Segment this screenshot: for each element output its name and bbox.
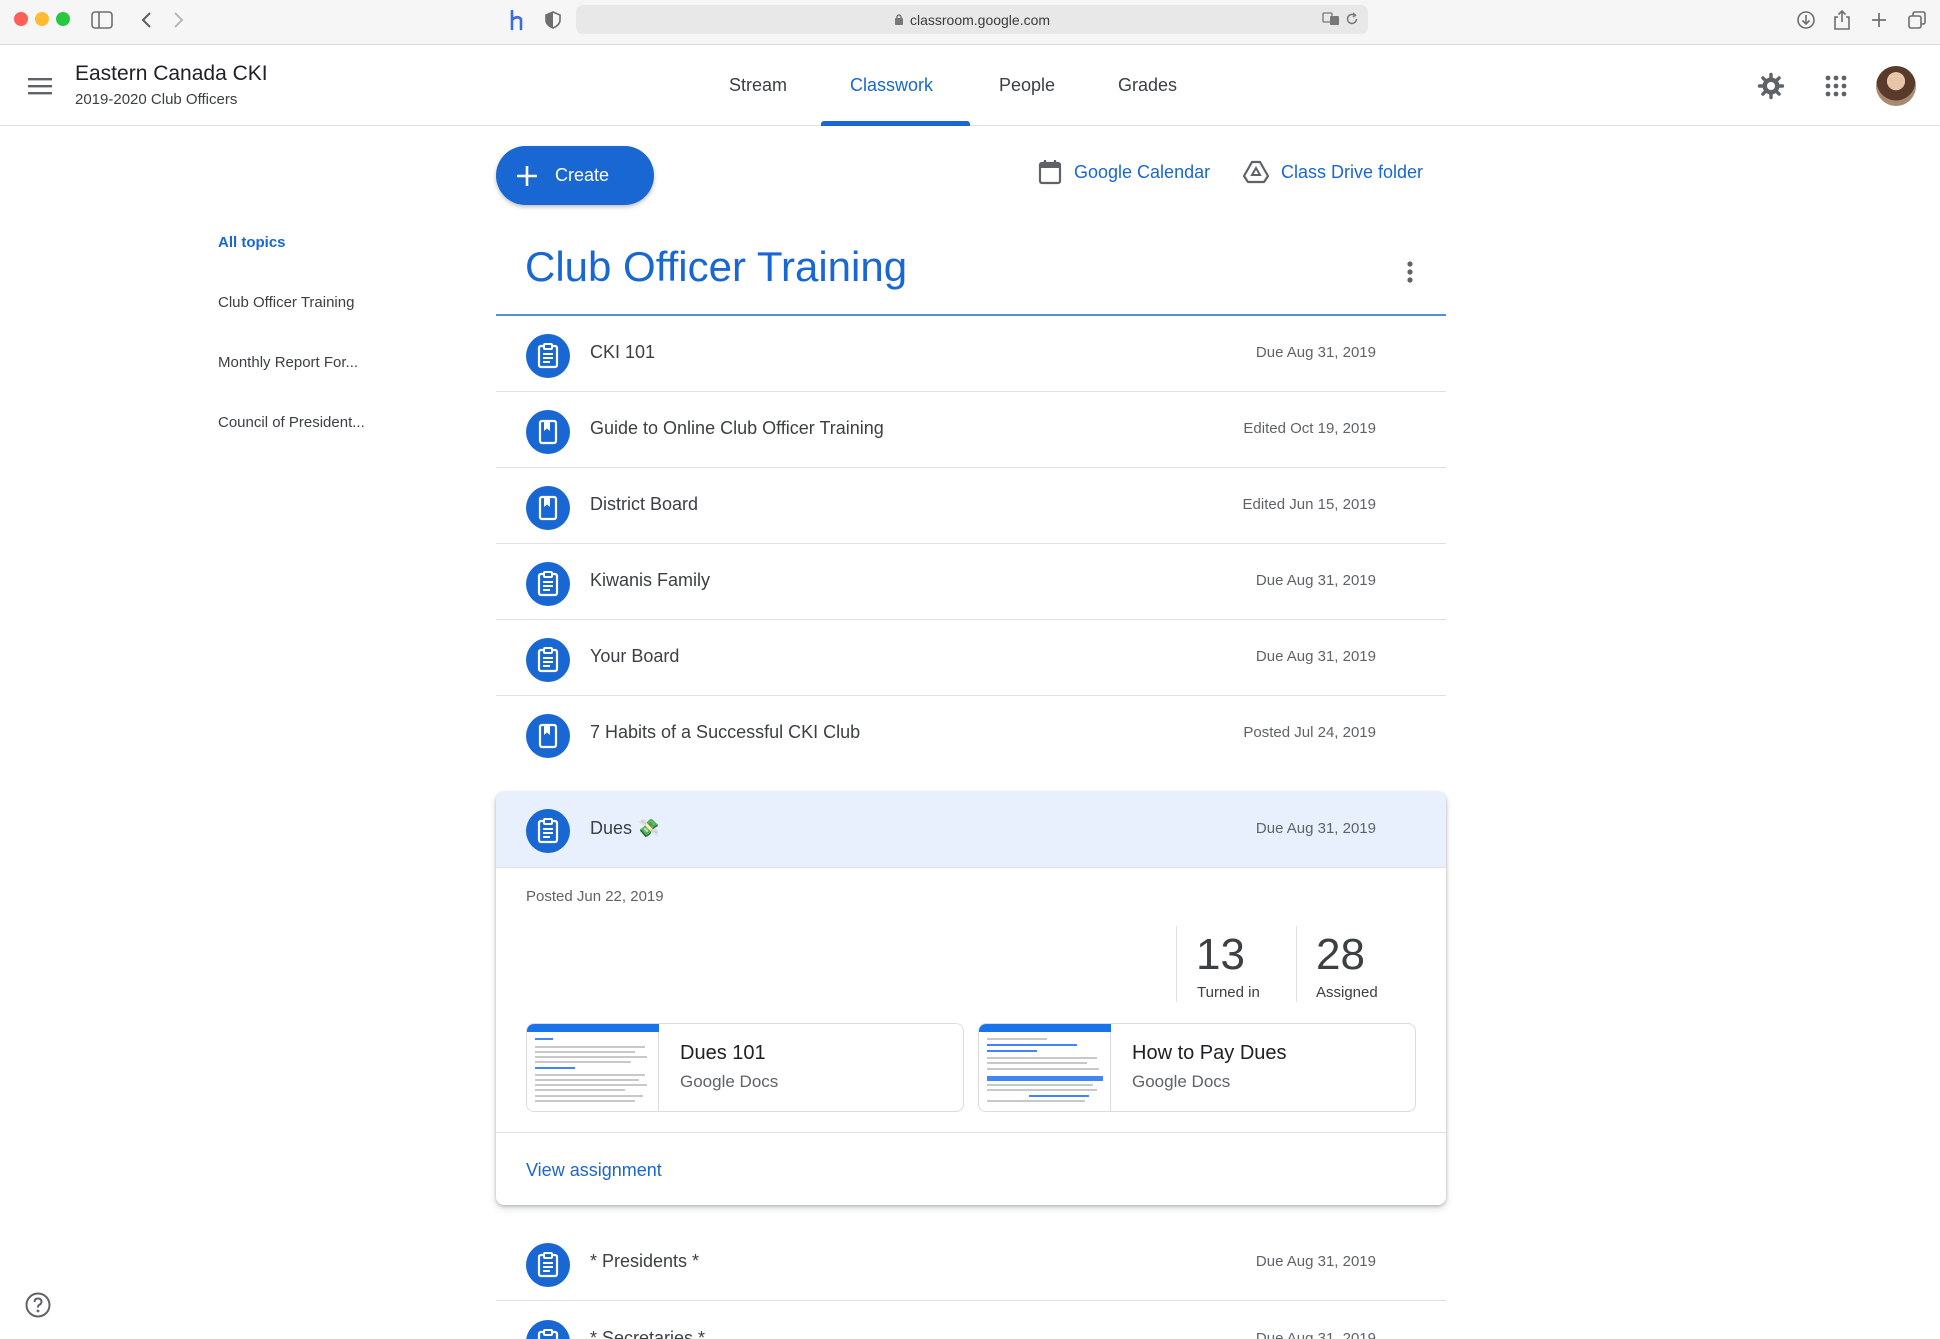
- item-title: 7 Habits of a Successful CKI Club: [590, 722, 861, 742]
- sidebar-item-all-topics[interactable]: All topics: [218, 234, 286, 251]
- downloads-icon[interactable]: [1793, 7, 1819, 33]
- item-date: Due Aug 31, 2019: [1255, 1253, 1376, 1270]
- sidebar-item-monthly-report[interactable]: Monthly Report For...: [218, 354, 358, 371]
- sidebar-item-club-officer-training[interactable]: Club Officer Training: [218, 294, 354, 311]
- turned-in-count[interactable]: 13: [1196, 930, 1245, 980]
- tab-grades[interactable]: Grades: [1118, 45, 1177, 126]
- forward-icon[interactable]: [166, 7, 192, 33]
- minimize-window-button[interactable]: [35, 12, 49, 26]
- assignment-icon: [526, 1243, 570, 1287]
- attachment-card[interactable]: How to Pay Dues Google Docs: [978, 1023, 1416, 1112]
- new-tab-icon[interactable]: [1866, 7, 1892, 33]
- sidebar-toggle-icon[interactable]: [89, 7, 115, 33]
- classwork-item[interactable]: Your Board Due Aug 31, 2019: [496, 620, 1446, 696]
- item-title: CKI 101: [590, 342, 656, 362]
- back-icon[interactable]: [133, 7, 159, 33]
- item-title: Dues 💸: [590, 818, 660, 838]
- tab-classwork[interactable]: Classwork: [850, 45, 933, 126]
- assignment-icon: [526, 638, 570, 682]
- view-assignment-link[interactable]: View assignment: [526, 1160, 662, 1181]
- url-text: classroom.google.com: [909, 11, 1051, 28]
- address-bar[interactable]: classroom.google.com: [576, 5, 1368, 34]
- card-divider: [496, 1132, 1446, 1133]
- more-vert-icon[interactable]: [1395, 252, 1425, 292]
- reload-icon[interactable]: [1345, 12, 1359, 29]
- stat-divider: [1296, 926, 1297, 1002]
- settings-gear-icon[interactable]: [1752, 67, 1790, 105]
- lock-icon: [894, 12, 904, 28]
- zoom-window-button[interactable]: [56, 12, 70, 26]
- item-date: Edited Oct 19, 2019: [1243, 420, 1376, 437]
- tab-people[interactable]: People: [999, 45, 1055, 126]
- class-drive-folder-label: Class Drive folder: [1281, 161, 1424, 182]
- apps-grid-icon[interactable]: [1817, 67, 1855, 105]
- drive-icon: [1243, 160, 1269, 184]
- help-icon[interactable]: [24, 1291, 52, 1319]
- create-button-label: Create: [555, 165, 610, 185]
- shield-icon[interactable]: [540, 7, 566, 33]
- share-icon[interactable]: [1829, 7, 1855, 33]
- expanded-assignment-card: Dues 💸 Due Aug 31, 2019 Posted Jun 22, 2…: [496, 792, 1446, 1205]
- assignment-icon: [526, 562, 570, 606]
- item-date: Due Aug 31, 2019: [1255, 572, 1376, 589]
- create-button[interactable]: Create: [496, 146, 654, 205]
- tab-overview-icon[interactable]: [1904, 7, 1930, 33]
- google-calendar-label: Google Calendar: [1074, 161, 1211, 182]
- assigned-count[interactable]: 28: [1316, 930, 1365, 980]
- attachment-card[interactable]: Dues 101 Google Docs: [526, 1023, 964, 1112]
- classwork-item[interactable]: 7 Habits of a Successful CKI Club Posted…: [496, 696, 1446, 772]
- document-thumbnail: [527, 1024, 659, 1111]
- account-avatar[interactable]: [1876, 66, 1916, 106]
- item-title: * Secretaries *: [590, 1328, 706, 1339]
- attachment-type: Google Docs: [680, 1072, 779, 1091]
- assignment-icon: [526, 334, 570, 378]
- attachment-title: How to Pay Dues: [1132, 1042, 1287, 1064]
- assigned-label: Assigned: [1316, 984, 1378, 1001]
- item-date: Due Aug 31, 2019: [1255, 648, 1376, 665]
- classwork-item[interactable]: * Secretaries * Due Aug 31, 2019: [496, 1302, 1446, 1339]
- sidebar-item-council-of-presidents[interactable]: Council of President...: [218, 414, 365, 431]
- material-icon: [526, 486, 570, 530]
- attachment-type: Google Docs: [1132, 1072, 1231, 1091]
- expanded-assignment-header[interactable]: Dues 💸 Due Aug 31, 2019: [496, 792, 1446, 868]
- close-window-button[interactable]: [14, 12, 28, 26]
- extension-icon[interactable]: [504, 7, 530, 33]
- assignment-icon: [526, 809, 570, 853]
- item-date: Edited Jun 15, 2019: [1242, 496, 1376, 513]
- browser-toolbar: classroom.google.com: [0, 0, 1940, 45]
- item-date: Due Aug 31, 2019: [1255, 820, 1376, 837]
- assignment-icon: [526, 1320, 570, 1339]
- class-tabs: Stream Classwork People Grades: [0, 45, 1940, 126]
- item-date: Due Aug 31, 2019: [1255, 344, 1376, 361]
- document-thumbnail: [979, 1024, 1111, 1111]
- item-title: Kiwanis Family: [590, 570, 711, 590]
- plus-icon: [516, 165, 538, 187]
- tab-stream[interactable]: Stream: [729, 45, 787, 126]
- item-date: Due Aug 31, 2019: [1255, 1330, 1376, 1339]
- item-title: Guide to Online Club Officer Training: [590, 418, 884, 438]
- attachment-title: Dues 101: [680, 1042, 766, 1064]
- posted-date: Posted Jun 22, 2019: [526, 888, 664, 905]
- classwork-item[interactable]: District Board Edited Jun 15, 2019: [496, 468, 1446, 544]
- material-icon: [526, 714, 570, 758]
- item-title: District Board: [590, 494, 699, 514]
- classwork-item[interactable]: * Presidents * Due Aug 31, 2019: [496, 1225, 1446, 1301]
- classwork-item[interactable]: Kiwanis Family Due Aug 31, 2019: [496, 544, 1446, 620]
- app-header: Eastern Canada CKI 2019-2020 Club Office…: [0, 45, 1940, 126]
- item-title: Your Board: [590, 646, 680, 666]
- translate-icon[interactable]: [1322, 12, 1340, 29]
- classwork-item[interactable]: Guide to Online Club Officer Training Ed…: [496, 392, 1446, 468]
- material-icon: [526, 410, 570, 454]
- item-date: Posted Jul 24, 2019: [1243, 724, 1376, 741]
- item-title: * Presidents *: [590, 1251, 700, 1271]
- calendar-icon: [1038, 160, 1062, 185]
- turned-in-label: Turned in: [1197, 984, 1260, 1001]
- class-drive-folder-link[interactable]: Class Drive folder: [1243, 156, 1423, 188]
- stat-divider: [1176, 926, 1177, 1002]
- topic-title: Club Officer Training: [525, 243, 908, 290]
- classwork-item[interactable]: CKI 101 Due Aug 31, 2019: [496, 316, 1446, 392]
- active-tab-indicator: [821, 121, 970, 126]
- google-calendar-link[interactable]: Google Calendar: [1038, 156, 1210, 188]
